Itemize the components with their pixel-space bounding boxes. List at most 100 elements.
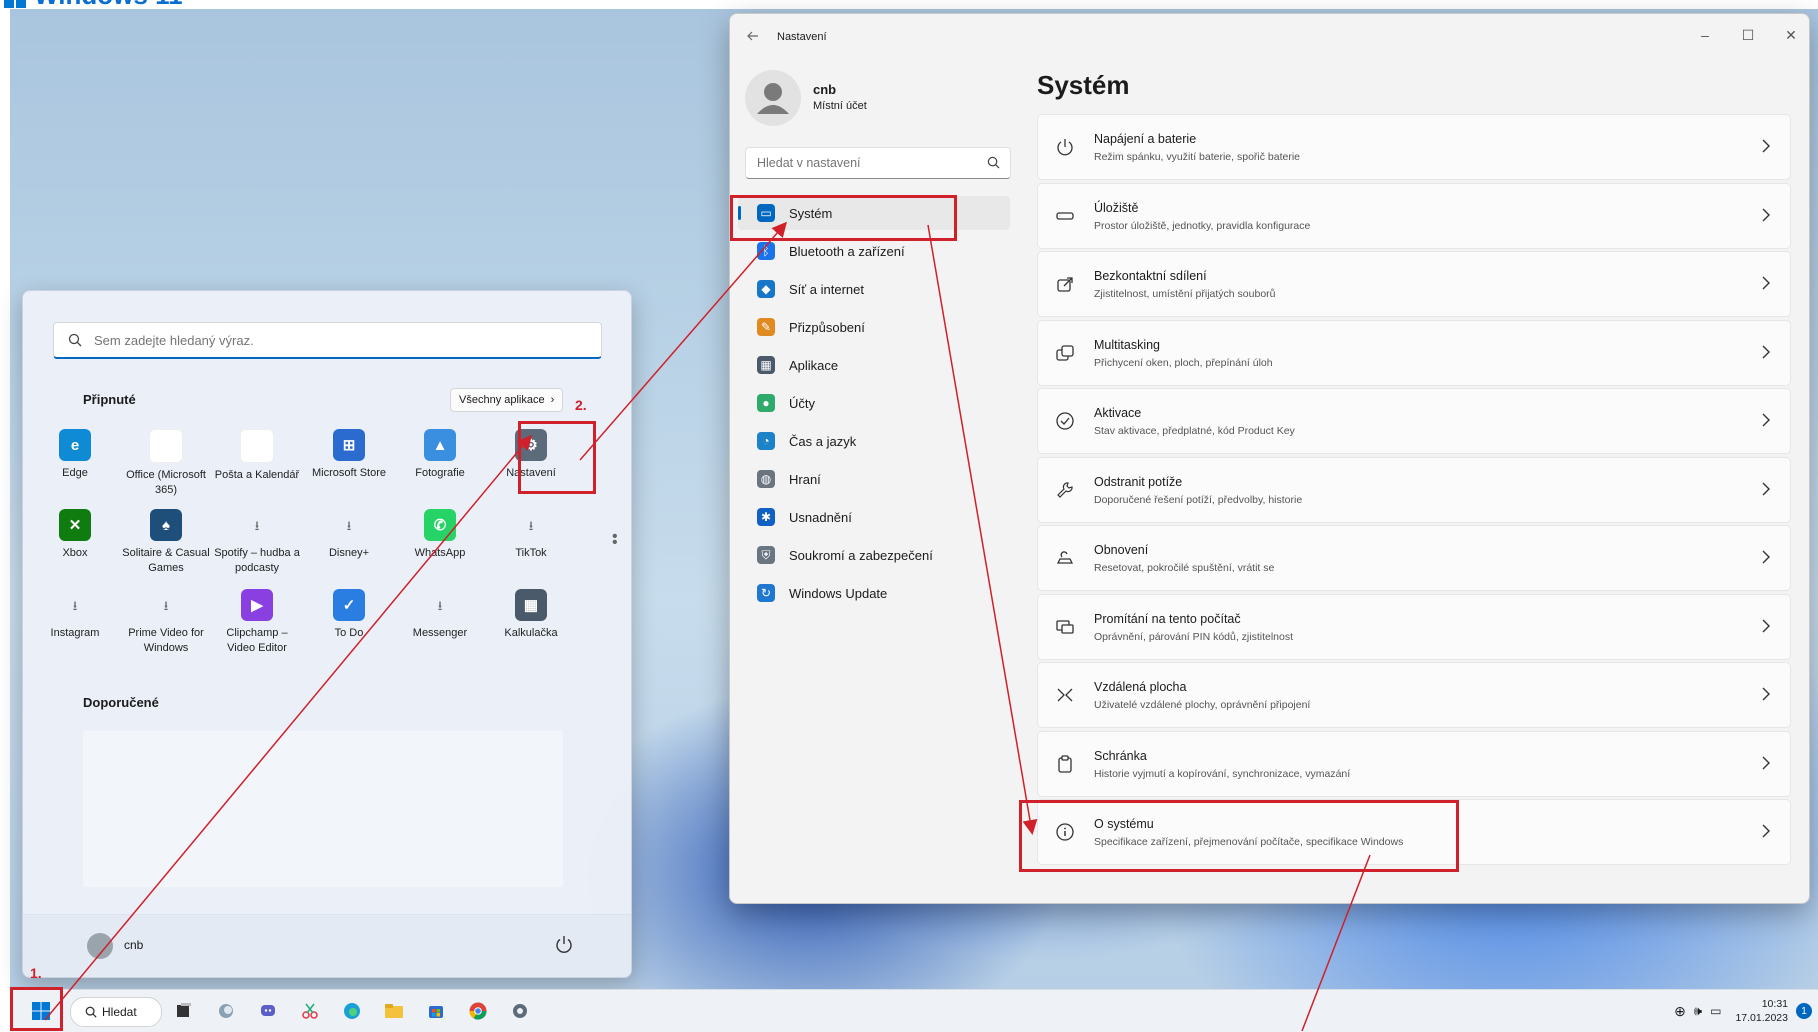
globe-clock-icon: ◔ <box>757 432 775 450</box>
battery-icon[interactable]: ▭ <box>1710 1004 1721 1018</box>
snipping-tool-icon[interactable] <box>296 997 324 1025</box>
pinned-app-microsoft-store[interactable]: ⊞ Microsoft Store <box>303 429 395 481</box>
widgets-icon[interactable] <box>212 997 240 1025</box>
pinned-app-label: Prime Video for Windows <box>128 627 204 654</box>
settings-row-project[interactable]: Promítání na tento počítač Oprávnění, pár… <box>1037 593 1791 660</box>
pinned-app-edge[interactable]: e Edge <box>29 429 121 481</box>
settings-row-description: Oprávnění, párování PIN kódů, zjistiteln… <box>1094 630 1294 643</box>
sidebar-item-brush[interactable]: ✎ Přizpůsobení <box>738 310 1010 344</box>
sidebar-item-update[interactable]: ↻ Windows Update <box>738 576 1010 610</box>
sidebar-item-label: Aplikace <box>789 357 839 373</box>
sidebar-item-globe-clock[interactable]: ◔ Čas a jazyk <box>738 424 1010 458</box>
back-arrow-icon[interactable] <box>745 28 761 44</box>
multitask-icon <box>1056 344 1074 361</box>
pinned-app-office-microsoft-365[interactable]: Office (Microsoft 365) <box>120 429 212 498</box>
sidebar-item-apps[interactable]: ▦ Aplikace <box>738 348 1010 382</box>
start-search-box[interactable] <box>53 322 602 359</box>
start-user-name[interactable]: cnb <box>124 938 143 952</box>
download-icon: ⭳ <box>163 597 169 613</box>
taskbar-search[interactable]: Hledat <box>70 997 162 1027</box>
settings-row-description: Zjistitelnost, umístění přijatých soubor… <box>1094 288 1276 300</box>
avatar[interactable] <box>87 933 113 959</box>
power-icon <box>1057 139 1073 156</box>
clock[interactable]: 10:31 17.01.2023 <box>1735 997 1788 1025</box>
power-icon[interactable] <box>553 933 575 955</box>
wifi-icon: ◆ <box>757 280 775 298</box>
account-type: Místní účet <box>813 100 867 112</box>
minimize-button[interactable]: – <box>1691 24 1719 46</box>
settings-row-check-circle[interactable]: Aktivace Stav aktivace, předplatné, kód P… <box>1037 388 1791 454</box>
settings-row-storage[interactable]: Úložiště Prostor úložiště, jednotky, prav… <box>1037 182 1791 249</box>
sidebar-item-label: Hraní <box>789 471 821 487</box>
network-globe-icon[interactable]: ⊕ <box>1674 1003 1686 1020</box>
sidebar-item-user[interactable]: ● Účty <box>738 386 1010 420</box>
pinned-app-spotify-hudba-a-podcasty[interactable]: ⭳ Spotify – hudba a podcasty <box>211 509 303 576</box>
settings-row-title: Vzdálená plocha <box>1094 680 1187 694</box>
settings-row-multitask[interactable]: Multitasking Přichycení oken, ploch, přep… <box>1037 319 1791 386</box>
settings-search-box[interactable] <box>745 147 1011 179</box>
sidebar-item-wifi[interactable]: ◆ Síť a internet <box>738 272 1010 306</box>
whatsapp-icon: ✆ <box>424 509 456 541</box>
pinned-app-to-do[interactable]: ✓ To Do <box>303 589 395 641</box>
file-explorer-icon[interactable] <box>380 997 408 1025</box>
chevron-right-icon <box>1762 550 1770 564</box>
search-icon <box>68 333 82 347</box>
settings-row-power[interactable]: Napájení a baterie Režim spánku, využití … <box>1037 114 1791 180</box>
maximize-button[interactable]: ☐ <box>1734 24 1762 46</box>
sidebar-item-label: Čas a jazyk <box>789 433 857 449</box>
sidebar-item-gamepad[interactable]: ◍ Hraní <box>738 462 1010 496</box>
settings-row-clipboard[interactable]: Schránka Historie vyjmutí a kopírování, s… <box>1037 730 1791 797</box>
store-icon[interactable] <box>422 997 450 1025</box>
chat-icon[interactable] <box>254 997 282 1025</box>
settings-search-input[interactable] <box>755 155 979 171</box>
settings-gear-icon[interactable] <box>506 997 534 1025</box>
settings-row-wrench[interactable]: Odstranit potíže Doporučené řešení potíží… <box>1037 456 1791 523</box>
cards-icon: ♠ <box>150 509 182 541</box>
brush-icon: ✎ <box>757 318 775 336</box>
pinned-app-messenger[interactable]: ⭳ Messenger <box>394 589 486 641</box>
sidebar-item-shield[interactable]: ⛨ Soukromí a zabezpečení <box>738 538 1010 572</box>
pinned-app-label: Disney+ <box>328 547 370 559</box>
volume-icon[interactable]: 🕪 <box>1694 1003 1702 1019</box>
pinned-app-po-ta-a-kalend[interactable]: Pošta a Kalendář <box>211 429 303 483</box>
office-icon <box>149 429 183 463</box>
settings-row-remote[interactable]: Vzdálená plocha Uživatelé vzdálené plochy… <box>1037 662 1791 728</box>
window-title: Nastavení <box>777 31 827 43</box>
pinned-app-label: Messenger <box>412 627 468 639</box>
account-avatar[interactable] <box>745 70 801 126</box>
pinned-app-disney[interactable]: ⭳ Disney+ <box>303 509 395 561</box>
recovery-icon <box>1056 551 1074 564</box>
pinned-app-fotografie[interactable]: ▲ Fotografie <box>394 429 486 481</box>
annotation-box-start <box>10 987 63 1031</box>
clock-date: 17.01.2023 <box>1735 1012 1788 1024</box>
settings-row-share[interactable]: Bezkontaktní sdílení Zjistitelnost, umíst… <box>1037 251 1791 317</box>
sidebar-item-accessibility[interactable]: ✱ Usnadnění <box>738 500 1010 534</box>
title-bar: Nastavení – ☐ ✕ <box>730 14 1809 58</box>
pinned-app-whatsapp[interactable]: ✆ WhatsApp <box>394 509 486 561</box>
account-name: cnb <box>813 82 837 97</box>
pinned-app-label: Clipchamp – Video Editor <box>226 627 288 654</box>
pinned-app-prime-video-for-windows[interactable]: ⭳ Prime Video for Windows <box>120 589 212 656</box>
pinned-app-solitaire-casual-games[interactable]: ♠ Solitaire & Casual Games <box>120 509 212 576</box>
pinned-app-xbox[interactable]: ✕ Xbox <box>29 509 121 561</box>
start-search-input[interactable] <box>92 331 576 349</box>
pinned-app-instagram[interactable]: ⭳ Instagram <box>29 589 121 641</box>
pinned-app-label: WhatsApp <box>414 547 466 559</box>
task-view-icon[interactable] <box>170 997 198 1025</box>
page-dots-icon[interactable]: • • <box>612 529 618 551</box>
sidebar-item-label: Bluetooth a zařízení <box>789 243 905 259</box>
pinned-app-kalkula-ka[interactable]: ▦ Kalkulačka <box>485 589 577 641</box>
chrome-icon[interactable] <box>464 997 492 1025</box>
todo-icon: ✓ <box>333 589 365 621</box>
chevron-right-icon <box>1762 687 1770 701</box>
close-button[interactable]: ✕ <box>1777 24 1805 46</box>
annotation-box-about-row <box>1019 800 1459 872</box>
pinned-app-clipchamp-video-editor[interactable]: ▶ Clipchamp – Video Editor <box>211 589 303 656</box>
xbox-icon: ✕ <box>59 509 91 541</box>
calculator-icon: ▦ <box>515 589 547 621</box>
edge-icon[interactable] <box>338 997 366 1025</box>
all-apps-button[interactable]: Všechny aplikace › <box>450 388 564 412</box>
pinned-app-tiktok[interactable]: ⭳ TikTok <box>485 509 577 561</box>
settings-row-recovery[interactable]: Obnovení Resetovat, pokročilé spuštění, v… <box>1037 525 1791 591</box>
notification-badge[interactable]: 1 <box>1796 1003 1812 1019</box>
